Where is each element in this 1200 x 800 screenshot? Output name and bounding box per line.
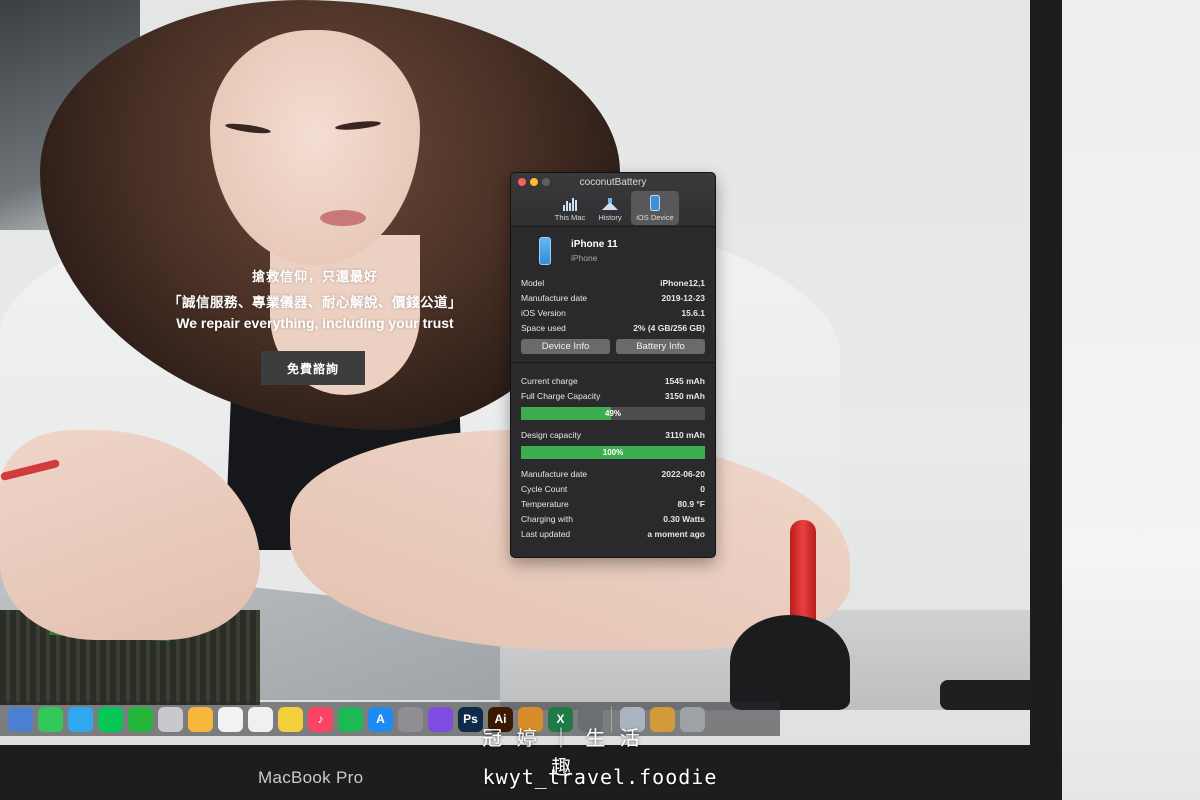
full-charge-row: Full Charge Capacity 3150 mAh <box>521 388 705 403</box>
website-hero: 搶救信仰，只還最好 「誠信服務、專業儀器、耐心解說、價錢公道」 We repai… <box>160 266 470 331</box>
row-label: Charging with <box>521 513 573 524</box>
preview-icon[interactable] <box>8 706 33 732</box>
row-label: Cycle Count <box>521 483 568 494</box>
iphone-icon <box>646 195 664 211</box>
music-icon[interactable]: ♪ <box>308 706 333 732</box>
divider <box>511 362 715 363</box>
row-value: 0.30 Watts <box>663 513 705 524</box>
row-value: iPhone12,1 <box>660 277 705 288</box>
device-name: iPhone 11 <box>571 239 618 250</box>
battery-info-button[interactable]: Battery Info <box>616 339 705 354</box>
row-label: Current charge <box>521 375 578 386</box>
hero-tagline: We repair everything, including your tru… <box>176 315 454 331</box>
background-wall <box>1060 0 1200 800</box>
row-label: Model <box>521 277 545 288</box>
app-store-icon[interactable]: A <box>368 706 393 732</box>
image-capture-icon[interactable] <box>158 706 183 732</box>
row-label: Design capacity <box>521 429 582 440</box>
photo-air-blower-nozzle <box>790 520 816 630</box>
health-progress-bar: 100% <box>521 446 705 459</box>
tab-history[interactable]: History <box>591 191 629 225</box>
device-model-row: Model iPhone12,1 <box>521 275 705 290</box>
device-type: iPhone <box>571 253 598 263</box>
photo-phone <box>940 680 1030 710</box>
tab-ios-device[interactable]: iOS Device <box>631 191 679 225</box>
macbook-pro-label: MacBook Pro <box>258 768 364 787</box>
tab-label: iOS Device <box>636 213 674 222</box>
hero-services: 「誠信服務、專業儀器、耐心解說、價錢公道」 <box>168 295 462 310</box>
row-value: 2019-12-23 <box>661 292 705 303</box>
line-icon[interactable] <box>98 706 123 732</box>
row-value: 80.9 °F <box>677 498 706 509</box>
row-label: Manufacture date <box>521 468 588 479</box>
row-label: Full Charge Capacity <box>521 390 601 401</box>
charging-with-row: Charging with 0.30 Watts <box>521 511 705 526</box>
facetime-icon[interactable] <box>38 706 63 732</box>
health-percent: 100% <box>602 448 624 457</box>
row-value: 3150 mAh <box>664 390 705 401</box>
last-updated-row: Last updated a moment ago <box>521 526 705 541</box>
charge-progress-bar: 49% <box>521 407 705 420</box>
coconutbattery-window: coconutBattery This Mac History iOS Devi… <box>510 172 716 558</box>
imovie-icon[interactable] <box>428 706 453 732</box>
system-preferences-icon[interactable] <box>398 706 423 732</box>
free-consult-button[interactable]: 免費諮詢 <box>261 351 365 385</box>
row-label: Space used <box>521 322 566 333</box>
row-label: iOS Version <box>521 307 566 318</box>
macos-dock: ♪ A Ps Ai X <box>0 702 780 736</box>
ios-version-row: iOS Version 15.6.1 <box>521 305 705 320</box>
history-icon <box>601 195 619 211</box>
row-value: 1545 mAh <box>664 375 705 386</box>
photo-air-blower <box>730 615 850 710</box>
row-label: Manufacture date <box>521 292 588 303</box>
battery-manufacture-row: Manufacture date 2022-06-20 <box>521 466 705 481</box>
device-info-button[interactable]: Device Info <box>521 339 610 354</box>
photo-lips <box>320 210 366 226</box>
spotify-icon[interactable] <box>338 706 363 732</box>
device-manufacture-row: Manufacture date 2019-12-23 <box>521 290 705 305</box>
hero-slogan: 搶救信仰，只還最好 <box>251 269 378 284</box>
temperature-row: Temperature 80.9 °F <box>521 496 705 511</box>
tab-this-mac[interactable]: This Mac <box>551 191 589 225</box>
window-titlebar[interactable]: coconutBattery This Mac History iOS Devi… <box>511 173 715 227</box>
current-charge-row: Current charge 1545 mAh <box>521 373 705 388</box>
wechat-icon[interactable] <box>128 706 153 732</box>
downloads-stack-icon[interactable] <box>650 706 675 732</box>
row-value: 2022-06-20 <box>661 468 705 479</box>
device-header: iPhone 11 iPhone <box>521 227 705 275</box>
space-used-row: Space used 2% (4 GB/256 GB) <box>521 320 705 335</box>
row-value: 15.6.1 <box>681 307 705 318</box>
row-value: 0 <box>700 483 705 494</box>
design-capacity-row: Design capacity 3110 mAh <box>521 427 705 442</box>
window-title: coconutBattery <box>579 177 647 188</box>
bar-chart-icon <box>561 195 579 211</box>
tab-label: This Mac <box>554 213 586 222</box>
row-value: a moment ago <box>647 528 705 539</box>
tab-label: History <box>598 213 622 222</box>
stickies-icon[interactable] <box>278 706 303 732</box>
row-label: Last updated <box>521 528 571 539</box>
photos-icon[interactable] <box>188 706 213 732</box>
cycle-count-row: Cycle Count 0 <box>521 481 705 496</box>
watermark-handle: kwyt_travel.foodie <box>482 765 718 789</box>
charge-percent: 49% <box>604 409 621 418</box>
trash-icon[interactable] <box>680 706 705 732</box>
messages-icon[interactable] <box>68 706 93 732</box>
row-value: 2% (4 GB/256 GB) <box>633 322 705 333</box>
notes-doc-icon[interactable] <box>248 706 273 732</box>
calendar-icon[interactable] <box>218 706 243 732</box>
row-value: 3110 mAh <box>665 429 705 440</box>
iphone-icon <box>539 237 551 265</box>
row-label: Temperature <box>521 498 569 509</box>
